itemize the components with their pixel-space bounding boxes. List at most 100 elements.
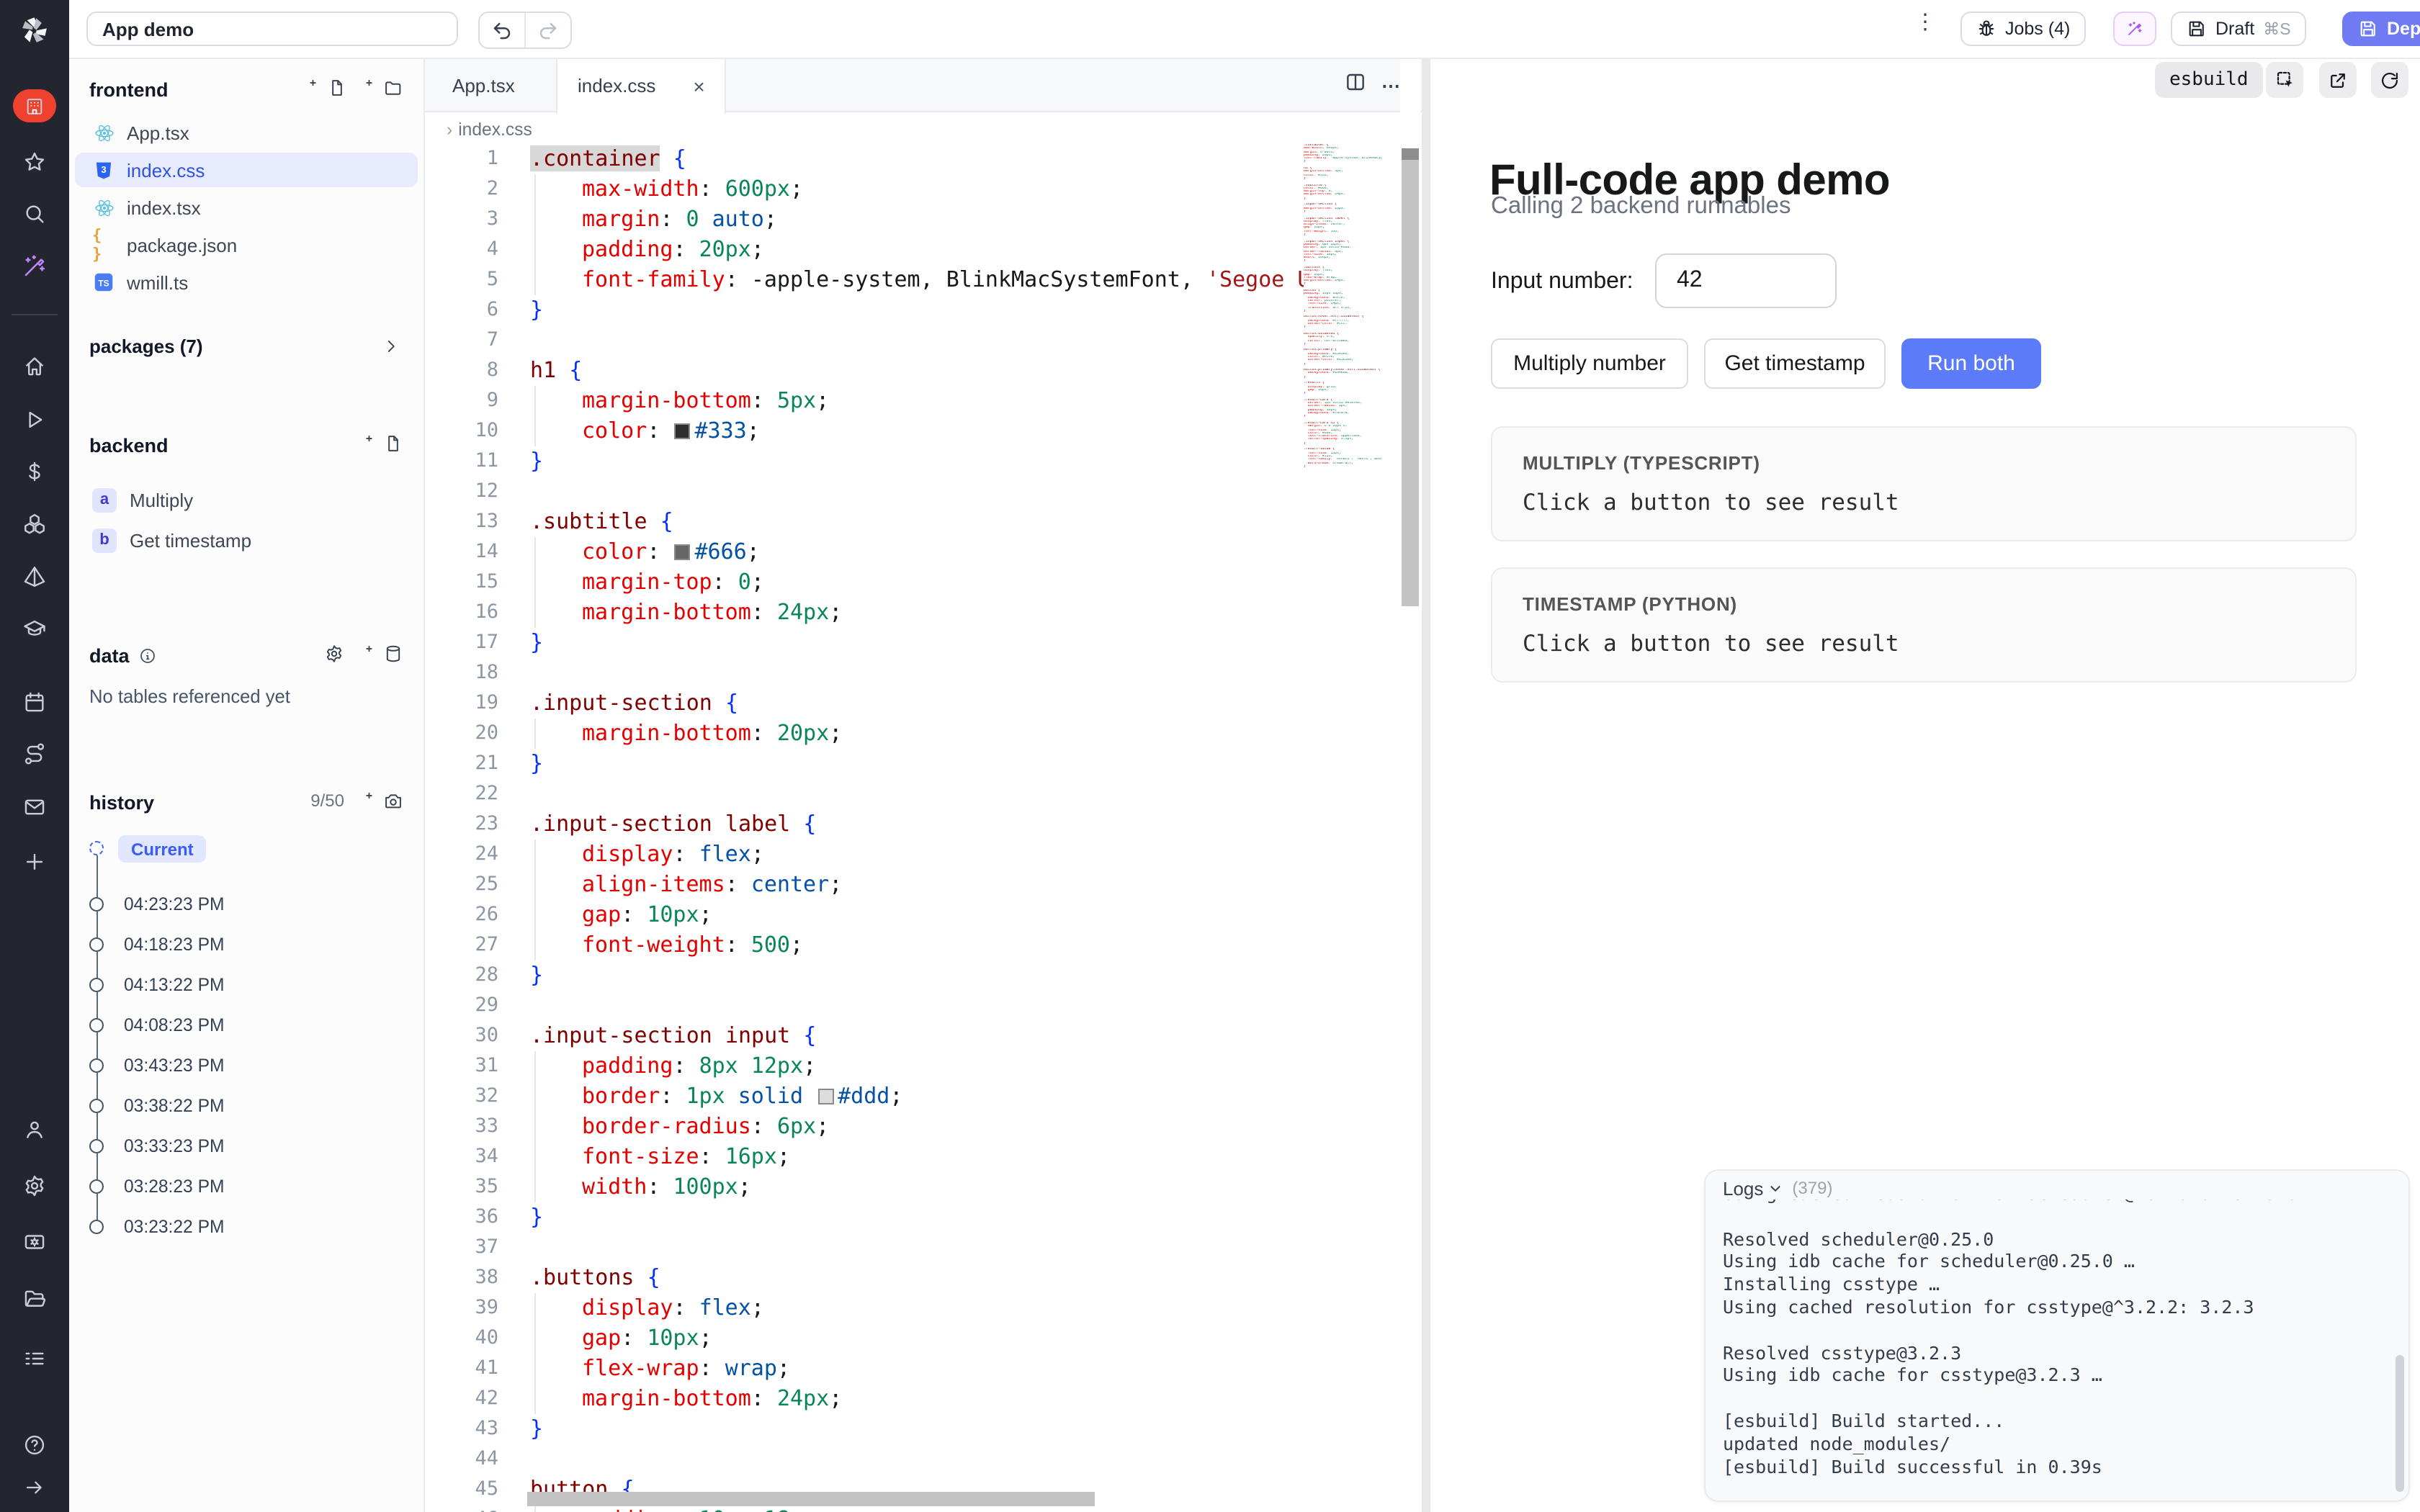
editor-horizontal-scrollbar[interactable]	[527, 1492, 1095, 1506]
close-icon[interactable]: ×	[693, 74, 704, 97]
play-icon[interactable]	[22, 408, 47, 432]
user-icon[interactable]	[22, 1117, 47, 1142]
file-row-index.css[interactable]: 3index.css	[75, 153, 418, 187]
editor-more-button[interactable]: ⋯	[1381, 74, 1402, 97]
redo-button[interactable]	[524, 13, 570, 48]
dollar-icon[interactable]	[22, 459, 47, 484]
plus-icon[interactable]	[22, 850, 47, 874]
file-row-wmill.ts[interactable]: TSwmill.ts	[75, 265, 418, 300]
history-current-label[interactable]: Current	[118, 835, 207, 863]
backend-section-actions[interactable]	[364, 433, 403, 454]
minimap-line: color: #333;	[1304, 174, 1381, 177]
boxes-icon[interactable]	[22, 511, 47, 536]
history-entry-marker[interactable]	[89, 1058, 104, 1073]
backend-item-multiply[interactable]: aMultiply	[75, 482, 418, 517]
help-icon[interactable]	[22, 1433, 47, 1457]
file-row-package.json[interactable]: { }package.json	[75, 228, 418, 262]
history-entry-marker[interactable]	[89, 897, 104, 912]
history-entry-marker[interactable]	[89, 978, 104, 992]
history-entry[interactable]: 04:08:23 PM	[124, 1015, 224, 1035]
windmill-logo[interactable]	[16, 12, 53, 49]
svg-text:TS: TS	[98, 278, 109, 288]
history-entry[interactable]: 04:23:23 PM	[124, 894, 224, 914]
code-line: 37	[424, 1233, 1304, 1263]
chip-icon[interactable]	[22, 1230, 47, 1254]
packages-row[interactable]: packages (7)	[75, 328, 418, 363]
redo-icon	[537, 19, 559, 41]
editor-vertical-scrollbar[interactable]	[1400, 58, 1420, 1512]
minimap[interactable]: .container {max-width: 600px;margin: 0 a…	[1304, 144, 1381, 720]
history-entry-marker[interactable]	[89, 1018, 104, 1032]
history-entry[interactable]: 03:23:22 PM	[124, 1217, 224, 1237]
wand-icon[interactable]	[22, 253, 48, 279]
line-number: 26	[424, 900, 498, 930]
gear-icon[interactable]	[22, 1174, 47, 1198]
app-name-input[interactable]	[86, 12, 458, 46]
pyramid-icon[interactable]	[22, 564, 47, 589]
file-row-index.tsx[interactable]: index.tsx	[75, 190, 418, 225]
frontend-section-actions[interactable]	[308, 78, 403, 98]
route-icon[interactable]	[22, 742, 47, 766]
ai-wand-button[interactable]	[2113, 12, 2156, 46]
jobs-button[interactable]: Jobs (4)	[1960, 12, 2086, 46]
calendar-icon[interactable]	[22, 690, 47, 714]
folder-icon[interactable]	[22, 1286, 47, 1310]
mail-icon[interactable]	[22, 795, 47, 819]
chevron-right-icon[interactable]	[382, 336, 400, 355]
refresh-button[interactable]	[2371, 62, 2408, 98]
breadcrumb-file[interactable]: index.css	[458, 120, 532, 140]
home-icon[interactable]	[22, 354, 47, 379]
more-menu-button[interactable]: ⋮	[1914, 9, 1936, 35]
line-number: 40	[424, 1323, 498, 1354]
split-editor-button[interactable]	[1344, 71, 1367, 101]
file-row-App.tsx[interactable]: App.tsx	[75, 115, 418, 150]
minimap-line	[1304, 200, 1381, 204]
history-entry[interactable]: 03:43:23 PM	[124, 1056, 224, 1076]
inspect-button[interactable]	[2266, 62, 2303, 98]
panel-splitter[interactable]	[1422, 58, 1430, 1512]
button-multiply-number[interactable]: Multiply number	[1491, 338, 1688, 389]
add-snapshot-button[interactable]	[364, 791, 403, 811]
data-settings-button[interactable]	[324, 644, 344, 664]
add-file-button[interactable]	[308, 78, 347, 98]
logs-label[interactable]: Logs	[1723, 1177, 1763, 1199]
backend-item-get-timestamp[interactable]: bGet timestamp	[75, 523, 418, 557]
search-icon[interactable]	[22, 202, 47, 226]
add-table-button[interactable]	[364, 644, 403, 664]
list-icon[interactable]	[22, 1346, 47, 1371]
minimap-line: }	[1304, 326, 1381, 330]
data-section-actions[interactable]	[324, 644, 403, 664]
history-current-marker[interactable]	[89, 841, 104, 855]
history-entry-marker[interactable]	[89, 1099, 104, 1113]
code-line: 7	[424, 325, 1304, 356]
button-get-timestamp[interactable]: Get timestamp	[1704, 338, 1886, 389]
history-entry[interactable]: 03:33:23 PM	[124, 1136, 224, 1156]
input-number-field[interactable]	[1655, 253, 1837, 308]
logs-scrollbar[interactable]	[2396, 1355, 2404, 1492]
history-entry-marker[interactable]	[89, 1179, 104, 1194]
logs-content[interactable]: Using cached resolution for scheduler@ 0…	[1723, 1182, 2388, 1478]
history-entry[interactable]: 04:18:23 PM	[124, 935, 224, 955]
history-entry-marker[interactable]	[89, 1139, 104, 1153]
history-entry[interactable]: 03:38:22 PM	[124, 1096, 224, 1116]
tab-index.css[interactable]: index.css×	[556, 58, 727, 114]
history-section-actions[interactable]: 9/50	[310, 791, 403, 811]
star-icon[interactable]	[22, 150, 47, 174]
button-run-both[interactable]: Run both	[1901, 338, 2041, 389]
history-entry[interactable]: 04:13:22 PM	[124, 975, 224, 995]
deploy-button[interactable]: Deploy	[2342, 12, 2420, 46]
code-line: 8h1 {	[424, 356, 1304, 386]
draft-button[interactable]: Draft ⌘S	[2171, 12, 2307, 46]
tab-App.tsx[interactable]: App.tsx	[432, 58, 535, 112]
arrow-right-icon[interactable]	[23, 1476, 46, 1499]
open-external-button[interactable]	[2319, 62, 2357, 98]
history-entry[interactable]: 03:28:23 PM	[124, 1176, 224, 1197]
code-area[interactable]: 1.container {2max-width: 600px;3margin: …	[424, 144, 1304, 1512]
add-runnable-button[interactable]	[364, 433, 403, 454]
add-folder-button[interactable]	[364, 78, 403, 98]
history-entry-marker[interactable]	[89, 937, 104, 952]
undo-button[interactable]	[480, 13, 524, 48]
graduation-icon[interactable]	[22, 616, 47, 641]
workspace-badge[interactable]	[13, 89, 56, 122]
history-entry-marker[interactable]	[89, 1220, 104, 1234]
